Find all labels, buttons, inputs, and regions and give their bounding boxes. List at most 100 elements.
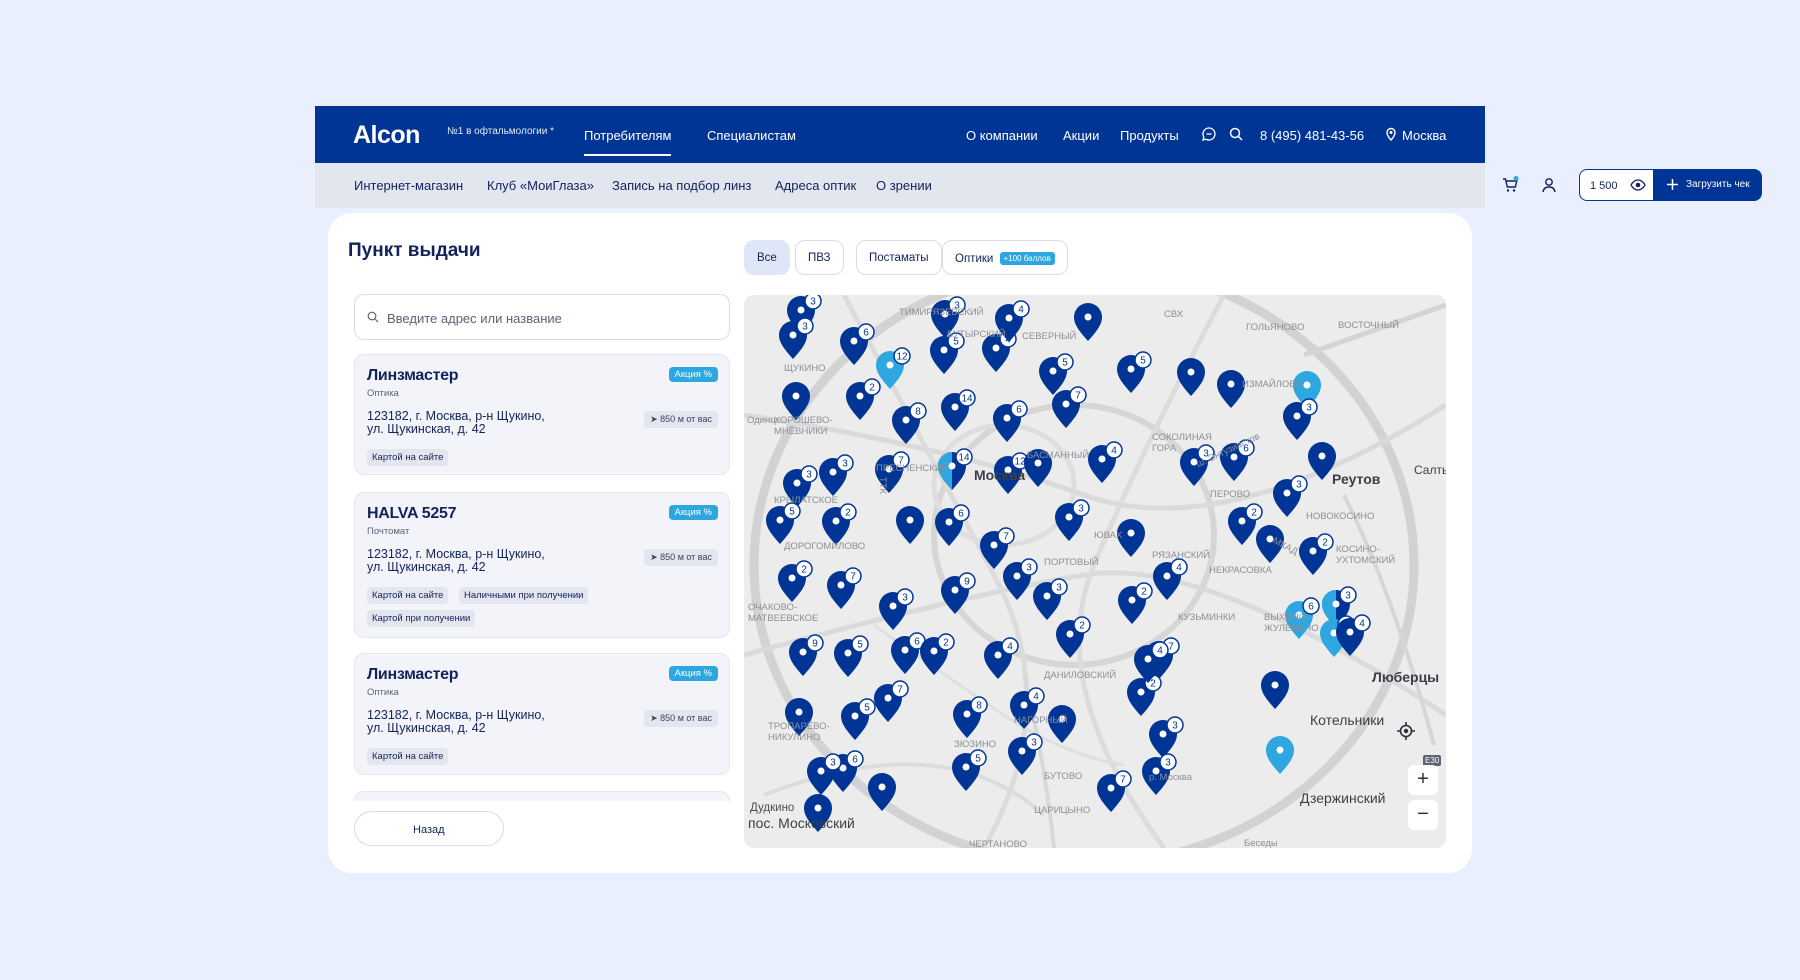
subnav-club[interactable]: Клуб «МоиГлаза» xyxy=(487,178,594,193)
marker-count: 3 xyxy=(1345,591,1351,602)
marker-dot xyxy=(1303,381,1311,389)
city-selector[interactable]: Москва xyxy=(1402,128,1446,143)
map-marker[interactable]: 5 xyxy=(766,502,801,544)
map-marker[interactable]: 3 xyxy=(1273,475,1308,517)
map-marker[interactable]: 7 xyxy=(1052,386,1087,428)
cart-icon[interactable] xyxy=(1501,176,1519,194)
city-label: Котельники xyxy=(1310,712,1385,728)
map-marker[interactable]: 12 xyxy=(876,347,911,389)
map-marker[interactable]: 2 xyxy=(1056,616,1091,658)
pickup-point-card[interactable]: Линзмастер Оптика Акция % 123182, г. Мос… xyxy=(354,354,730,475)
map-marker[interactable]: 3 xyxy=(879,588,914,630)
map-marker[interactable]: 8 xyxy=(953,696,988,738)
map-marker[interactable]: 5 xyxy=(952,749,987,791)
map-label: СВХ xyxy=(1164,309,1184,320)
marker-dot xyxy=(994,651,1002,659)
filter-all[interactable]: Все xyxy=(744,240,790,275)
map-marker[interactable]: 7 xyxy=(980,527,1015,569)
map-marker[interactable]: 9 xyxy=(789,634,824,676)
payment-tag: Картой при получении xyxy=(367,610,476,627)
map-marker[interactable] xyxy=(868,773,896,811)
map-marker[interactable]: 2 xyxy=(1118,582,1153,624)
nav-about[interactable]: О компании xyxy=(966,128,1038,143)
pickup-point-card[interactable]: HALVA 5257 Почтомат Акция % 123182, г. М… xyxy=(354,492,730,638)
search-icon[interactable] xyxy=(1228,126,1244,142)
upload-receipt-button[interactable]: Загрузить чек xyxy=(1653,169,1762,201)
marker-count: 6 xyxy=(1308,602,1314,613)
distance-text: 850 м от вас xyxy=(660,552,712,562)
nav-promotions[interactable]: Акции xyxy=(1063,128,1099,143)
filter-postamats[interactable]: Постаматы xyxy=(856,240,942,275)
chat-icon[interactable] xyxy=(1201,126,1217,142)
subnav-addresses[interactable]: Адреса оптик xyxy=(775,178,856,193)
marker-count: 4 xyxy=(1111,446,1117,457)
subnav-shop[interactable]: Интернет-магазин xyxy=(354,178,463,193)
filter-optics[interactable]: Оптики +100 баллов xyxy=(942,240,1068,275)
map-marker[interactable]: 3 xyxy=(1003,558,1038,600)
subnav-appointment[interactable]: Запись на подбор линз xyxy=(612,178,751,193)
search-input[interactable]: Введите адрес или название xyxy=(354,294,730,340)
map-marker[interactable]: 4 xyxy=(1153,558,1188,600)
map-marker[interactable]: 2 xyxy=(1299,533,1334,575)
map-marker[interactable]: 3 xyxy=(1008,733,1043,775)
map-label: КУЗЬМИНКИ xyxy=(1178,612,1236,623)
marker-count: 12 xyxy=(896,352,908,363)
map-label: ПЕРОВО xyxy=(1210,489,1251,500)
map-marker[interactable]: 2 xyxy=(822,503,857,545)
marker-count: 5 xyxy=(864,703,870,714)
map-marker[interactable]: 8 xyxy=(892,402,927,444)
back-button[interactable]: Назад xyxy=(354,811,504,846)
map-marker[interactable]: 14 xyxy=(941,389,976,431)
map-marker[interactable] xyxy=(1217,370,1245,408)
map-marker[interactable] xyxy=(1266,736,1294,774)
phone-number[interactable]: 8 (495) 481-43-56 xyxy=(1260,128,1364,143)
map-marker[interactable]: 6 xyxy=(891,632,926,674)
city-label: пос. Московский xyxy=(748,815,855,831)
map-marker[interactable]: 2 xyxy=(1127,674,1162,716)
filter-pvz[interactable]: ПВЗ xyxy=(795,240,844,275)
map-marker[interactable]: 4 xyxy=(984,637,1019,679)
map-marker[interactable]: 5 xyxy=(834,635,869,677)
map-marker[interactable]: 6 xyxy=(935,504,970,546)
points-balance[interactable]: 1 500 xyxy=(1579,169,1654,201)
nav-consumers[interactable]: Потребителям xyxy=(584,128,672,156)
map-marker[interactable]: 3 xyxy=(1033,578,1068,620)
marker-count: 14 xyxy=(961,394,973,405)
subnav-about-vision[interactable]: О зрении xyxy=(876,178,932,193)
nav-products[interactable]: Продукты xyxy=(1120,128,1179,143)
map-marker[interactable]: 2 xyxy=(778,560,813,602)
map-marker[interactable]: 3 xyxy=(1149,716,1184,758)
map-marker[interactable]: 7 xyxy=(827,567,862,609)
map-marker[interactable]: 3 xyxy=(1055,499,1090,541)
map-marker[interactable]: 4 xyxy=(1088,441,1123,483)
marker-count: 6 xyxy=(1016,405,1022,416)
map-marker[interactable]: 7 xyxy=(874,680,909,722)
pickup-point-card[interactable]: Линзмастер Оптика Акция % 123182, г. Мос… xyxy=(354,653,730,775)
map-marker[interactable] xyxy=(1074,303,1102,341)
pickup-point-card-partial[interactable] xyxy=(354,791,730,801)
user-icon[interactable] xyxy=(1540,176,1558,194)
map-marker[interactable]: 3 xyxy=(779,317,814,359)
map-marker[interactable] xyxy=(1177,358,1205,396)
locate-icon[interactable] xyxy=(1396,721,1416,741)
map-marker[interactable]: 5 xyxy=(1117,351,1152,393)
map-marker[interactable]: 3 xyxy=(1283,398,1318,440)
map-marker[interactable]: 3 xyxy=(819,454,854,496)
map-marker[interactable] xyxy=(1261,671,1289,709)
map-view[interactable]: 3361234545528146733371412436352673322273… xyxy=(744,295,1446,848)
zoom-in-button[interactable]: + xyxy=(1408,765,1438,795)
marker-pin xyxy=(896,506,924,544)
map-marker[interactable]: 7 xyxy=(1097,770,1132,812)
map-marker[interactable] xyxy=(896,506,924,544)
map-marker[interactable]: 2 xyxy=(846,378,881,420)
zoom-out-button[interactable]: − xyxy=(1408,800,1438,830)
nav-specialists[interactable]: Специалистам xyxy=(707,128,796,143)
alcon-logo[interactable]: Alcon xyxy=(353,121,420,150)
map-marker[interactable]: 6 xyxy=(840,323,875,365)
marker-pin xyxy=(1261,671,1289,709)
map-marker[interactable]: 9 xyxy=(941,572,976,614)
map-marker[interactable]: 6 xyxy=(993,400,1028,442)
map-marker[interactable]: 5 xyxy=(1039,353,1074,395)
marker-count: 3 xyxy=(1056,583,1062,594)
marker-dot xyxy=(1066,630,1074,638)
